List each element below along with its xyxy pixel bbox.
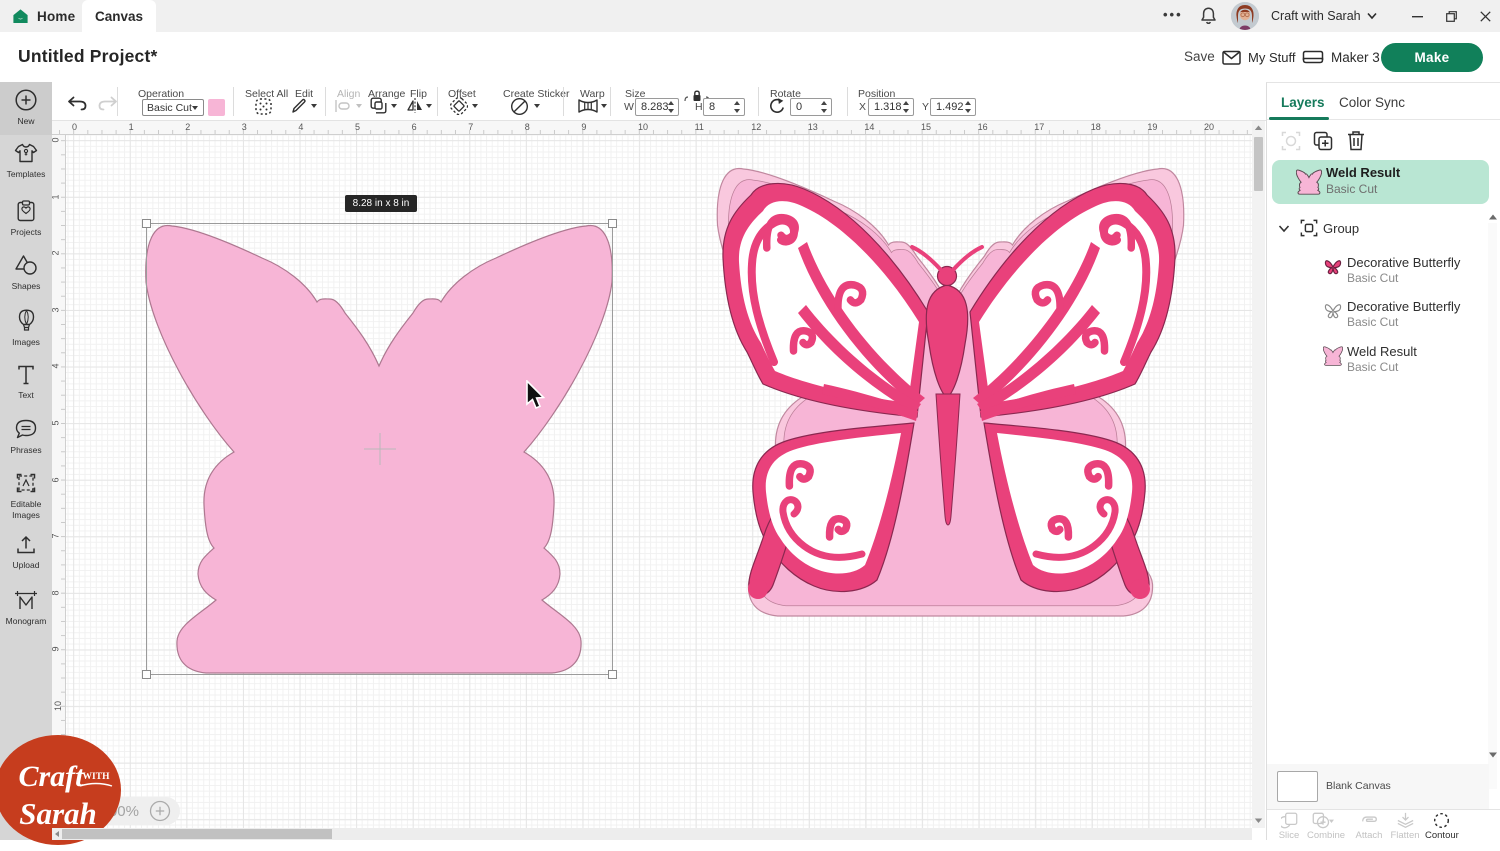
svg-text:Sarah: Sarah [19,796,97,831]
svg-text:Craft: Craft [18,760,85,793]
svg-text:WITH: WITH [83,772,111,782]
